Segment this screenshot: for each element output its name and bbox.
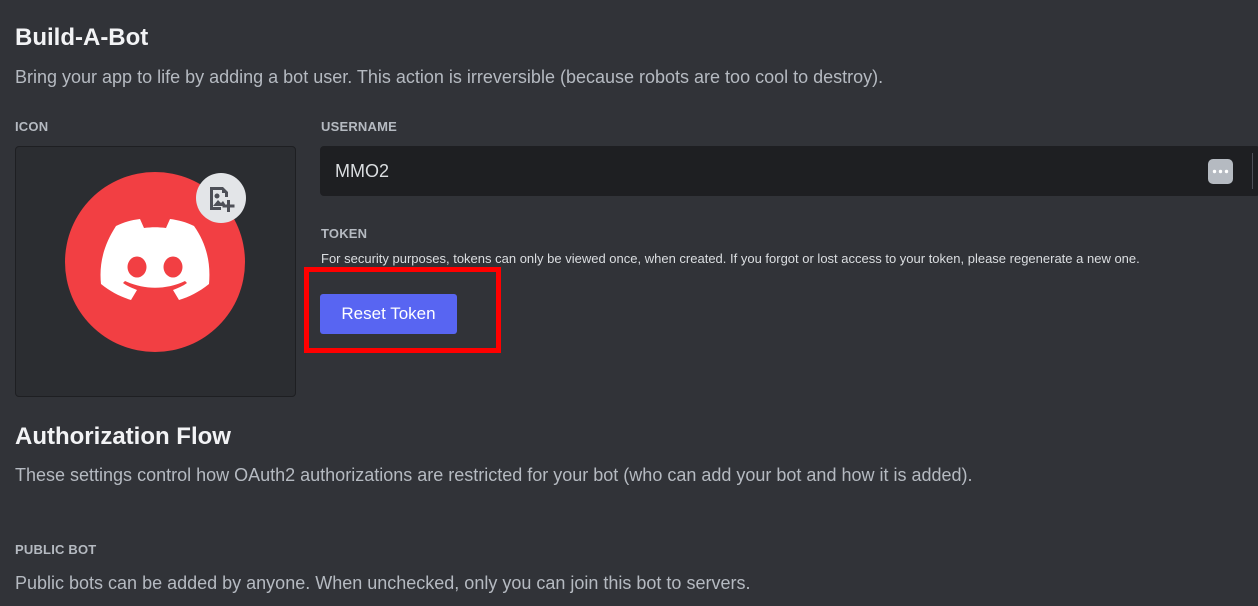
image-plus-icon bbox=[210, 187, 235, 212]
username-input[interactable] bbox=[320, 146, 1258, 196]
authorization-flow-description: These settings control how OAuth2 author… bbox=[15, 465, 973, 485]
input-divider bbox=[1252, 153, 1253, 189]
username-options-button[interactable] bbox=[1208, 159, 1233, 184]
build-a-bot-description: Bring your app to life by adding a bot u… bbox=[15, 67, 884, 87]
public-bot-label: PUBLIC BOT bbox=[15, 542, 97, 557]
token-description: For security purposes, tokens can only b… bbox=[321, 251, 1140, 266]
public-bot-description: Public bots can be added by anyone. When… bbox=[15, 573, 751, 593]
build-a-bot-title: Build-A-Bot bbox=[15, 24, 149, 51]
username-label: USERNAME bbox=[321, 119, 397, 134]
token-label: TOKEN bbox=[321, 226, 368, 241]
icon-label: ICON bbox=[15, 119, 49, 134]
discord-logo-icon bbox=[100, 219, 210, 300]
upload-image-button[interactable] bbox=[196, 173, 246, 223]
more-dots-icon bbox=[1212, 169, 1229, 174]
bot-icon-uploader[interactable] bbox=[15, 146, 296, 397]
authorization-flow-title: Authorization Flow bbox=[15, 423, 231, 450]
reset-token-button[interactable]: Reset Token bbox=[320, 294, 457, 334]
